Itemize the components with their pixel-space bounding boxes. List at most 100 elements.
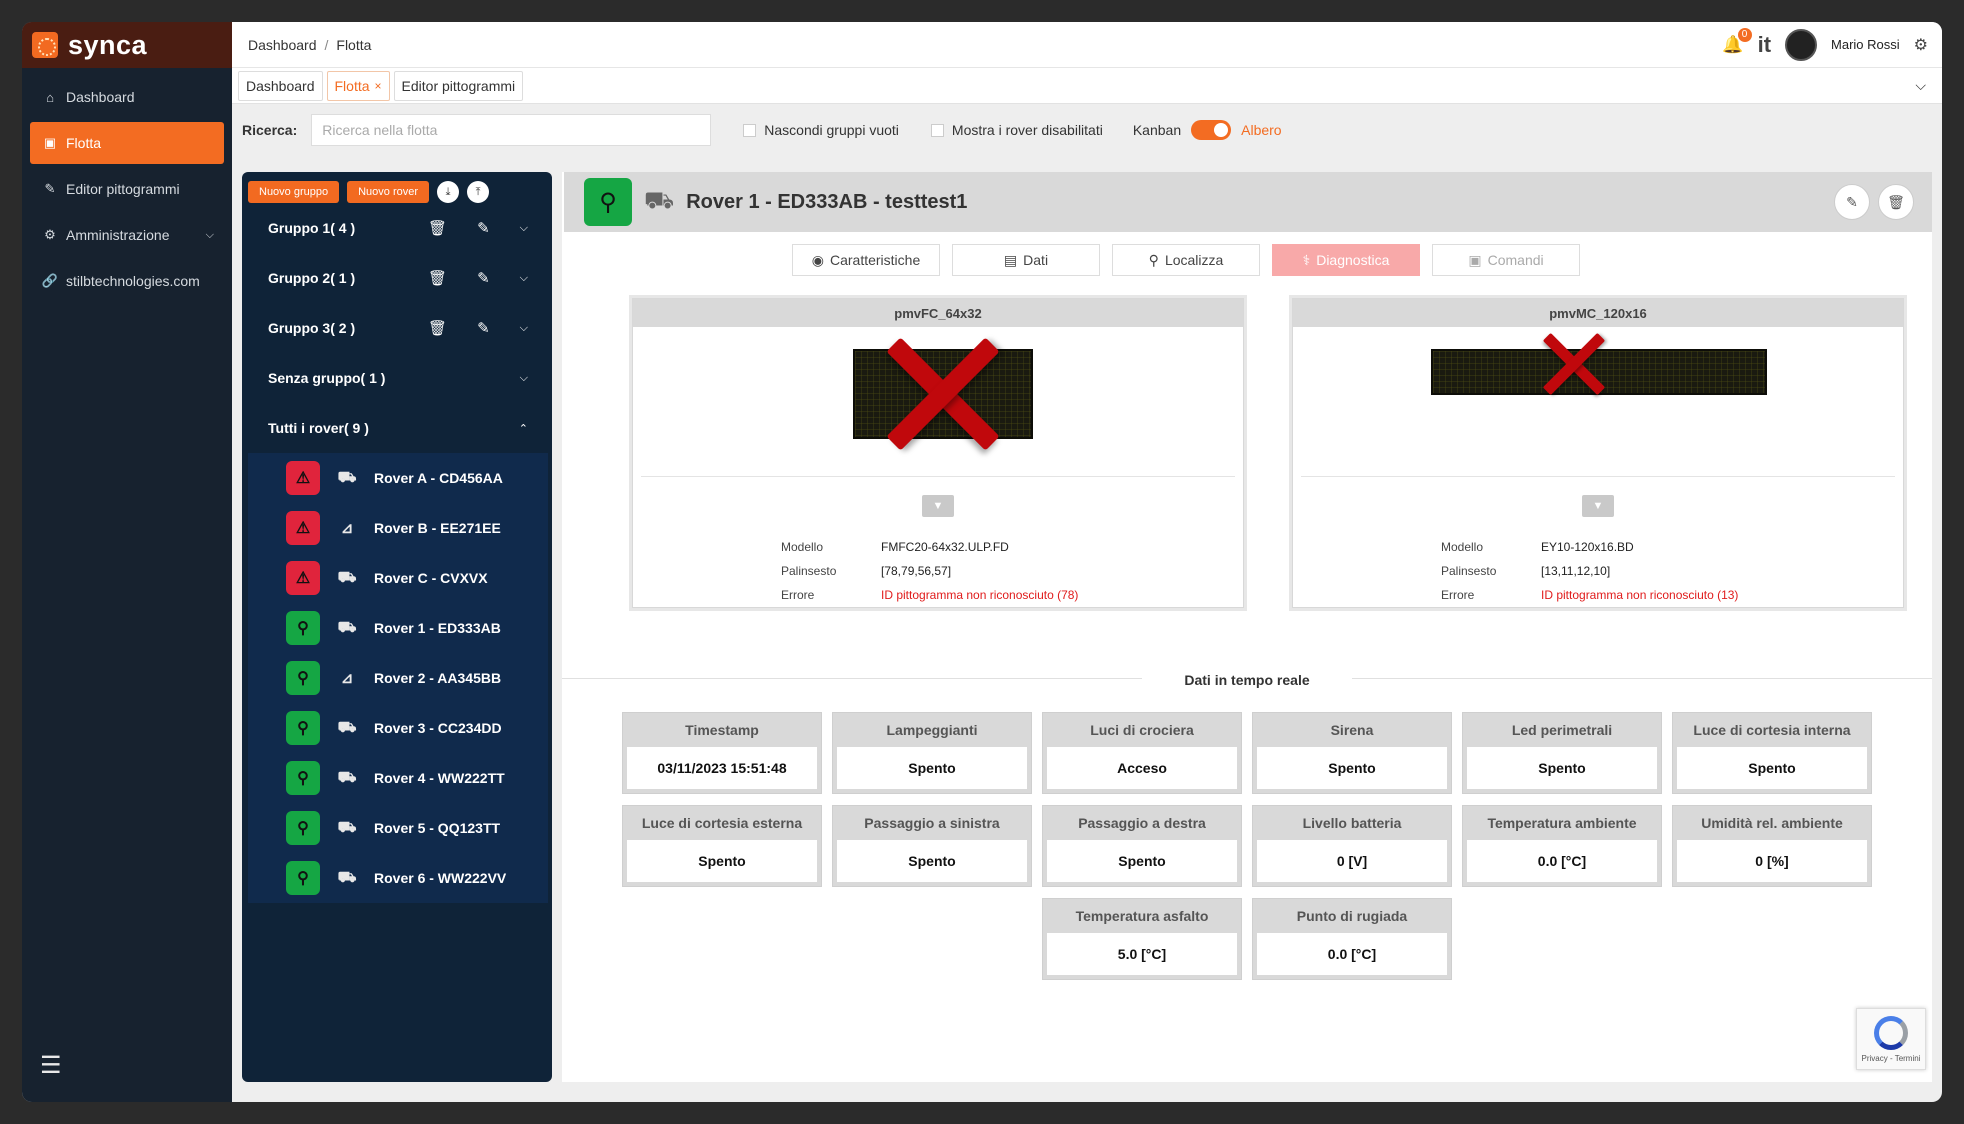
sidebar-item-website[interactable]: 🔗 stilbtechnologies.com	[30, 260, 224, 302]
rover-location-icon: ⚲	[286, 761, 320, 795]
brand[interactable]: synca	[22, 22, 232, 68]
delete-rover-button[interactable]: 🗑	[1878, 184, 1914, 220]
rover-location-icon: ⚲	[286, 611, 320, 645]
group-row[interactable]: Gruppo 1( 4 ) 🗑 ✎ ⌵	[242, 203, 552, 253]
chevron-down-icon[interactable]: ⌵	[520, 272, 528, 285]
chevron-down-icon[interactable]: ⌵	[520, 322, 528, 335]
tab-dati[interactable]: ▤ Dati	[952, 244, 1100, 276]
show-disabled-rovers-checkbox[interactable]: Mostra i rover disabilitati	[930, 122, 1103, 138]
tab-comandi: ▣ Comandi	[1432, 244, 1580, 276]
chevron-down-icon[interactable]: ⌵	[520, 222, 528, 235]
rover-label: Rover 5 - QQ123TT	[374, 820, 501, 836]
checkbox-label: Mostra i rover disabilitati	[951, 122, 1103, 138]
info-error: ID pittogramma non riconosciuto (13)	[1541, 588, 1739, 602]
realtime-label: Passaggio a sinistra	[864, 815, 1000, 831]
pickup-icon: ⛟	[644, 187, 675, 214]
info-value: [13,11,12,10]	[1541, 564, 1611, 578]
list-item[interactable]: ⚲ ⛟ Rover 5 - QQ123TT	[248, 803, 548, 853]
collapse-menu-icon[interactable]: ☰	[40, 1051, 62, 1080]
upload-icon[interactable]: ⤒	[467, 181, 490, 203]
sidebar-item-flotta[interactable]: ▣ Flotta	[30, 122, 224, 164]
trailer-icon: ⊿	[340, 520, 354, 537]
user-name[interactable]: Mario Rossi	[1831, 37, 1900, 52]
edit-icon[interactable]: ✎	[477, 219, 490, 237]
group-row[interactable]: Gruppo 2( 1 ) 🗑 ✎ ⌵	[242, 253, 552, 303]
rover-label: Rover 6 - WW222VV	[374, 870, 507, 886]
sidebar-item-label: Amministrazione	[66, 227, 170, 243]
realtime-card: Timestamp 03/11/2023 15:51:48	[622, 712, 822, 794]
sidebar-item-dashboard[interactable]: ⌂ Dashboard	[30, 76, 224, 118]
group-row[interactable]: Tutti i rover( 9 ) ⌃	[242, 403, 552, 453]
tab-editor-pittogrammi[interactable]: Editor pittogrammi	[393, 70, 524, 101]
realtime-value: Spento	[1467, 747, 1657, 789]
list-item[interactable]: ⚲ ⛟ Rover 4 - WW222TT	[248, 753, 548, 803]
group-row[interactable]: Gruppo 3( 2 ) 🗑 ✎ ⌵	[242, 303, 552, 353]
view-switch[interactable]	[1191, 120, 1232, 140]
bell-icon[interactable]: 🔔 0	[1722, 27, 1752, 55]
detail-header: ⚲ ⛟ Rover 1 - ED333AB - testtest1 ✎ 🗑	[564, 172, 1932, 232]
group-row[interactable]: Senza gruppo( 1 ) ⌵	[242, 353, 552, 403]
rover-location-icon: ⚲	[286, 861, 320, 895]
rover-location-icon: ⚲	[584, 178, 632, 226]
download-icon[interactable]: ⤓	[437, 181, 460, 203]
tab-dashboard[interactable]: Dashboard	[238, 70, 323, 101]
new-rover-button[interactable]: Nuovo rover	[347, 181, 430, 203]
checkbox-box[interactable]	[743, 123, 757, 137]
checkbox-box[interactable]	[930, 123, 944, 137]
list-item[interactable]: ⚲ ⛟ Rover 3 - CC234DD	[248, 703, 548, 753]
tab-label: Localizza	[1164, 252, 1224, 268]
rover-location-icon: ⚲	[286, 661, 320, 695]
realtime-label: Livello batteria	[1302, 815, 1402, 831]
tab-flotta[interactable]: Flotta ×	[326, 70, 390, 101]
trash-icon[interactable]: 🗑	[428, 319, 447, 337]
avatar[interactable]	[1785, 28, 1818, 61]
edit-icon[interactable]: ✎	[477, 269, 490, 287]
info-value: [78,79,56,57]	[881, 564, 952, 578]
tab-diagnostica[interactable]: ⚕ Diagnostica	[1272, 244, 1420, 276]
list-item[interactable]: ⚠ ⛟ Rover C - CVXVX	[248, 553, 548, 603]
recaptcha-badge[interactable]: Privacy - Termini	[1856, 1008, 1926, 1070]
display-icon[interactable]: ▼	[1582, 495, 1614, 517]
hide-empty-groups-checkbox[interactable]: Nascondi gruppi vuoti	[743, 122, 899, 138]
group-label: Gruppo 1( 4 )	[268, 220, 356, 236]
eye-icon: ◉	[811, 251, 824, 268]
realtime-card: Livello batteria 0 [V]	[1252, 805, 1452, 887]
list-item[interactable]: ⚲ ⛟ Rover 6 - WW222VV	[248, 853, 548, 903]
chevron-down-icon[interactable]: ⌵	[1915, 77, 1926, 94]
edit-rover-button[interactable]: ✎	[1834, 184, 1870, 220]
rover-location-icon: ⚲	[286, 711, 320, 745]
notification-count: 0	[1737, 27, 1752, 42]
trash-icon[interactable]: 🗑	[428, 219, 447, 237]
realtime-card: Temperatura ambiente 0.0 [°C]	[1462, 805, 1662, 887]
pictogram-info: Modello FMFC20-64x32.ULP.FD Palinsesto [78…	[781, 535, 1078, 607]
info-value: FMFC20-64x32.ULP.FD	[881, 540, 1009, 554]
list-item[interactable]: ⚠ ⊿ Rover B - EE271EE	[248, 503, 548, 553]
chevron-up-icon[interactable]: ⌃	[519, 422, 528, 435]
tab-label: Comandi	[1487, 252, 1544, 268]
info-value: EY10-120x16.BD	[1541, 540, 1634, 554]
display-icon[interactable]: ▼	[922, 495, 954, 517]
list-item[interactable]: ⚠ ⛟ Rover A - CD456AA	[248, 453, 548, 503]
pictogram-preview	[1301, 327, 1895, 477]
sidebar-item-amministrazione[interactable]: ⚙ Amministrazione ⌵	[30, 214, 224, 256]
breadcrumb-item[interactable]: Dashboard	[248, 37, 317, 53]
breadcrumb-item: Flotta	[336, 36, 372, 53]
list-item[interactable]: ⚲ ⛟ Rover 1 - ED333AB	[248, 603, 548, 653]
realtime-label: Temperatura ambiente	[1487, 815, 1637, 831]
fleet-tree-panel: Nuovo gruppo Nuovo rover ⤓ ⤒ Gruppo 1( 4…	[242, 172, 552, 1082]
error-x-icon	[1555, 345, 1594, 384]
pictogram-preview	[641, 327, 1235, 477]
list-item[interactable]: ⚲ ⊿ Rover 2 - AA345BB	[248, 653, 548, 703]
chevron-down-icon[interactable]: ⌵	[520, 372, 528, 385]
close-icon[interactable]: ×	[375, 79, 382, 93]
tab-localizza[interactable]: ⚲ Localizza	[1112, 244, 1260, 276]
trash-icon[interactable]: 🗑	[428, 269, 447, 287]
app-window: synca ⌂ Dashboard ▣ Flotta ✎ Editor pitt…	[22, 22, 1942, 1102]
search-input[interactable]	[311, 114, 712, 146]
tab-caratteristiche[interactable]: ◉ Caratteristiche	[792, 244, 940, 276]
sidebar-item-editor[interactable]: ✎ Editor pittogrammi	[30, 168, 224, 210]
new-group-button[interactable]: Nuovo gruppo	[248, 181, 340, 203]
edit-icon[interactable]: ✎	[477, 319, 490, 337]
settings-gear-icon[interactable]: ⚙	[1914, 35, 1928, 55]
language-switch[interactable]: it	[1758, 32, 1771, 58]
